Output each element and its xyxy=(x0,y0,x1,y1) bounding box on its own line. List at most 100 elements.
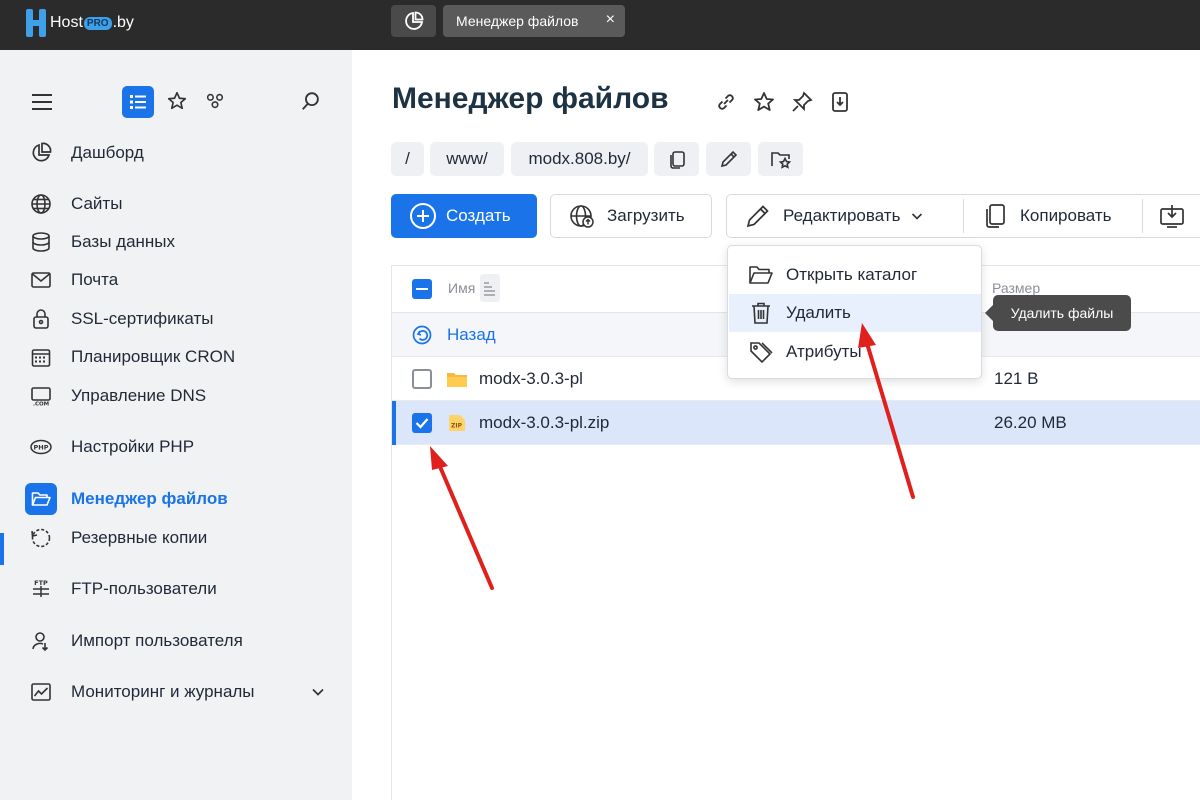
file-size: 26.20 MB xyxy=(994,413,1067,432)
list-view-button[interactable] xyxy=(122,86,154,118)
sidebar-item-sites[interactable]: Сайты xyxy=(0,186,352,222)
sidebar-item-label: Настройки PHP xyxy=(71,437,195,456)
top-bar: Host PRO .by Менеджер файлов × xyxy=(0,0,1200,50)
copy-button[interactable]: Копировать xyxy=(964,195,1142,237)
sidebar-item-ftp[interactable]: FTP FTP-пользователи xyxy=(0,571,352,607)
sidebar-item-label: Дашборд xyxy=(71,143,144,162)
column-header-size[interactable]: Размер xyxy=(992,280,1040,296)
copy-icon xyxy=(669,151,685,169)
edit-dropdown-button[interactable]: Редактировать xyxy=(727,195,963,237)
table-row[interactable]: ZIP modx-3.0.3-pl.zip 26.20 MB xyxy=(392,401,1200,445)
download-button[interactable] xyxy=(1143,195,1200,237)
mail-icon xyxy=(31,272,51,288)
hostpro-logo[interactable]: Host PRO .by xyxy=(26,8,134,38)
sidebar-item-label: Резервные копии xyxy=(71,528,208,547)
select-all-checkbox[interactable] xyxy=(412,279,432,299)
sidebar-item-cron[interactable]: Планировщик CRON xyxy=(0,339,352,375)
back-label: Назад xyxy=(447,325,496,344)
star-icon[interactable] xyxy=(752,90,776,114)
database-icon xyxy=(32,232,50,252)
sidebar-item-label: Управление DNS xyxy=(71,386,207,405)
sidebar-item-label: Почта xyxy=(71,270,119,289)
upload-button[interactable]: Загрузить xyxy=(550,194,712,238)
team-icon[interactable] xyxy=(204,90,226,112)
plus-circle-icon xyxy=(410,203,436,229)
tags-icon xyxy=(750,342,773,364)
menu-item-label: Удалить xyxy=(786,303,851,322)
star-icon[interactable] xyxy=(166,90,188,112)
calendar-icon xyxy=(31,349,51,367)
copy-path-button[interactable] xyxy=(654,142,699,176)
sidebar-item-file-manager[interactable]: Менеджер файлов xyxy=(0,481,352,517)
edit-path-button[interactable] xyxy=(706,142,751,176)
zip-file-icon: ZIP xyxy=(449,415,465,431)
logo-h-icon xyxy=(26,9,48,37)
sidebar-item-label: Импорт пользователя xyxy=(71,631,243,650)
close-tab-icon[interactable]: × xyxy=(606,11,615,29)
menu-item-delete[interactable]: Удалить xyxy=(729,294,981,332)
sidebar-item-backups[interactable]: Резервные копии xyxy=(0,520,352,556)
column-header-name[interactable]: Имя xyxy=(448,280,475,296)
zip-badge-label: ZIP xyxy=(451,423,463,430)
chevron-down-icon[interactable] xyxy=(310,684,326,700)
sidebar-item-label: Базы данных xyxy=(71,232,176,251)
folder-open-icon xyxy=(749,266,773,284)
edit-dropdown-menu: Открыть каталог Удалить Атрибуты xyxy=(727,245,982,379)
sidebar: Дашборд Сайты Базы данных Почта SSL-серт… xyxy=(0,50,352,800)
svg-text:FTP: FTP xyxy=(34,579,48,587)
sidebar-item-label: FTP-пользователи xyxy=(71,579,217,598)
edit-label: Редактировать xyxy=(783,206,901,225)
sidebar-item-label: Мониторинг и журналы xyxy=(71,682,255,701)
sidebar-item-databases[interactable]: Базы данных xyxy=(0,224,352,260)
sidebar-item-monitoring[interactable]: Мониторинг и журналы xyxy=(0,674,352,710)
breadcrumb-www[interactable]: www/ xyxy=(430,142,504,176)
logo-by-text: .by xyxy=(112,14,134,31)
sidebar-item-user-import[interactable]: Импорт пользователя xyxy=(0,623,352,659)
menu-item-label: Открыть каталог xyxy=(786,265,918,284)
sidebar-item-ssl[interactable]: SSL-сертификаты xyxy=(0,301,352,337)
menu-item-open-folder[interactable]: Открыть каталог xyxy=(729,256,981,294)
delete-tooltip: Удалить файлы xyxy=(985,295,1131,331)
row-checkbox[interactable] xyxy=(412,413,432,433)
file-size: 121 B xyxy=(994,369,1039,388)
folder-open-icon xyxy=(31,492,51,506)
file-name[interactable]: modx-3.0.3-pl xyxy=(479,369,583,389)
menu-icon[interactable] xyxy=(32,94,52,115)
sort-button[interactable] xyxy=(480,274,500,302)
svg-text:.COM: .COM xyxy=(33,402,49,408)
file-name[interactable]: modx-3.0.3-pl.zip xyxy=(479,413,609,433)
menu-item-attributes[interactable]: Атрибуты xyxy=(729,333,981,371)
row-checkbox[interactable] xyxy=(412,369,432,389)
search-icon[interactable] xyxy=(300,90,322,112)
trash-icon xyxy=(752,302,770,324)
link-icon[interactable] xyxy=(714,90,738,114)
logo-host-text: Host xyxy=(50,14,83,31)
tab-file-manager[interactable]: Менеджер файлов × xyxy=(443,5,625,37)
folder-icon xyxy=(447,373,467,387)
sidebar-item-label: Сайты xyxy=(71,194,123,213)
svg-text:PHP: PHP xyxy=(34,444,49,452)
dns-icon: .COM xyxy=(31,387,51,408)
lock-icon xyxy=(33,309,49,329)
dashboard-shortcut-button[interactable] xyxy=(391,5,436,37)
edit-toolbar-group: Редактировать Копировать xyxy=(726,194,1200,238)
back-arrow-icon xyxy=(412,325,432,345)
page-title: Менеджер файлов xyxy=(392,82,669,115)
create-label: Создать xyxy=(446,206,511,225)
pin-icon[interactable] xyxy=(790,90,814,114)
sidebar-item-mail[interactable]: Почта xyxy=(0,262,352,298)
folder-star-icon xyxy=(770,152,791,169)
sidebar-item-php[interactable]: PHP Настройки PHP xyxy=(0,429,352,465)
sidebar-item-dns[interactable]: .COM Управление DNS xyxy=(0,378,352,414)
bookmark-path-button[interactable] xyxy=(758,142,803,176)
tab-label: Менеджер файлов xyxy=(456,13,579,29)
globe-upload-icon xyxy=(570,205,594,228)
breadcrumb-root[interactable]: / xyxy=(391,142,424,176)
list-icon xyxy=(130,95,146,109)
sidebar-item-dashboard[interactable]: Дашборд xyxy=(0,135,352,171)
download-doc-icon[interactable] xyxy=(828,90,852,114)
breadcrumb-site[interactable]: modx.808.by/ xyxy=(511,142,648,176)
copy-icon xyxy=(986,204,1005,228)
pie-chart-icon xyxy=(404,11,423,30)
create-button[interactable]: Создать xyxy=(391,194,537,238)
